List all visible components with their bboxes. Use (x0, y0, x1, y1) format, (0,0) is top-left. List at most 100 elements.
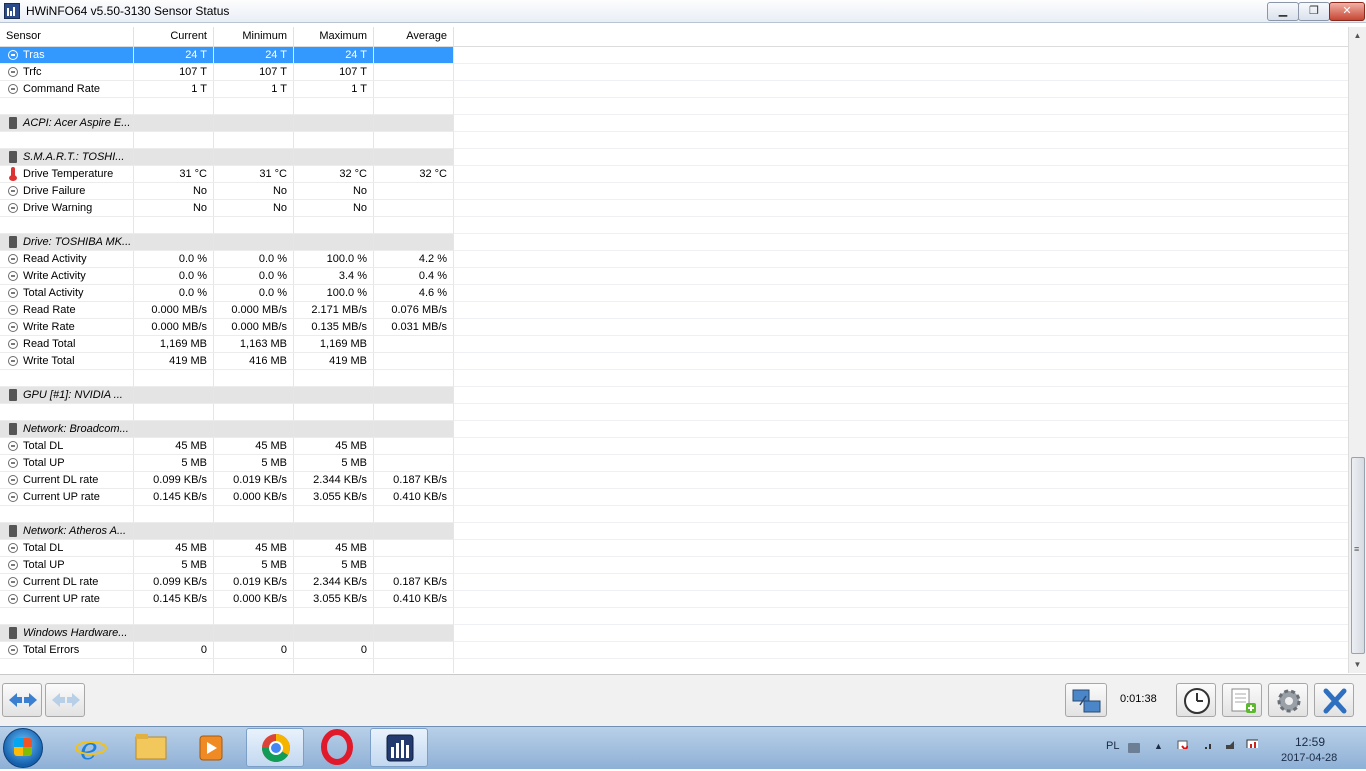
cell-minimum (214, 132, 294, 149)
table-row[interactable]: Drive Temperature 31 °C 31 °C 32 °C 32 °C (0, 166, 1348, 183)
logging-start-button[interactable] (1222, 683, 1262, 717)
folder-icon (135, 734, 167, 760)
cell-maximum (294, 421, 374, 438)
cell-maximum (294, 404, 374, 421)
sensor-group-row[interactable]: Drive: TOSHIBA MK... (0, 234, 1348, 251)
table-row[interactable]: Command Rate 1 T1 T1 T (0, 81, 1348, 98)
table-row[interactable]: Total UP 5 MB 5 MB 5 MB (0, 557, 1348, 574)
expand-collapse-button[interactable] (2, 683, 42, 717)
empty-area (454, 64, 1348, 81)
layout-button[interactable] (45, 683, 85, 717)
volume-icon[interactable] (1224, 739, 1236, 749)
sensor-group-row[interactable]: Network: Atheros A... (0, 523, 1348, 540)
table-row[interactable]: Total UP 5 MB 5 MB 5 MB (0, 455, 1348, 472)
reset-timer-button[interactable] (1176, 683, 1216, 717)
keyboard-icon[interactable] (1128, 743, 1140, 753)
empty-area (454, 183, 1348, 200)
minimize-button[interactable]: ▁ (1267, 2, 1299, 21)
cell-minimum (214, 234, 294, 251)
cell-maximum: 2.171 MB/s (294, 302, 374, 319)
start-button[interactable] (3, 728, 43, 768)
language-indicator[interactable]: PL (1106, 740, 1119, 752)
table-row[interactable]: Tras 24 T 24 T 24 T (0, 47, 1348, 64)
table-header: Sensor Current Minimum Maximum Average (0, 27, 1348, 47)
table-row[interactable]: Drive Failure No No No (0, 183, 1348, 200)
cell-sensor: Read Activity (0, 251, 134, 268)
table-row[interactable]: Current UP rate 0.145 KB/s 0.000 KB/s 3.055… (0, 489, 1348, 506)
cell-sensor: Current UP rate (0, 489, 134, 506)
close-window-button[interactable]: ✕ (1329, 2, 1365, 21)
cell-average (374, 200, 454, 217)
table-row[interactable]: Write Activity 0.0 % 0.0 % 3.4 % 0.4 % (0, 268, 1348, 285)
empty-area (454, 421, 1348, 438)
column-header-current[interactable]: Current (134, 27, 214, 46)
column-header-sensor[interactable]: Sensor (0, 27, 134, 46)
sensor-group-row[interactable]: Network: Broadcom... (0, 421, 1348, 438)
settings-button[interactable] (1268, 683, 1308, 717)
close-sensor-button[interactable] (1314, 683, 1354, 717)
chip-icon (9, 627, 17, 639)
taskbar-hwinfo[interactable] (370, 728, 428, 767)
action-center-flag-icon[interactable] (1176, 739, 1188, 749)
taskbar-opera[interactable] (308, 728, 366, 767)
cell-sensor: Drive: TOSHIBA MK... (0, 234, 134, 251)
table-row[interactable]: Total Errors 0 0 0 (0, 642, 1348, 659)
clock-time[interactable]: 12:59 (1295, 735, 1325, 749)
cell-minimum: 31 °C (214, 166, 294, 183)
cell-current (134, 234, 214, 251)
table-row[interactable]: Current UP rate 0.145 KB/s 0.000 KB/s 3.055… (0, 591, 1348, 608)
table-row[interactable]: Drive Warning No No No (0, 200, 1348, 217)
maximize-button[interactable]: ❐ (1298, 2, 1330, 21)
table-row[interactable]: Write Total 419 MB 416 MB 419 MB (0, 353, 1348, 370)
cell-minimum: 0.0 % (214, 285, 294, 302)
empty-area (454, 506, 1348, 523)
table-row[interactable]: Read Activity 0.0 % 0.0 % 100.0 % 4.2 % (0, 251, 1348, 268)
cell-sensor (0, 370, 134, 387)
column-header-minimum[interactable]: Minimum (214, 27, 294, 46)
sensor-group-row[interactable]: ACPI: Acer Aspire E... (0, 115, 1348, 132)
vertical-scrollbar[interactable]: ▲ ▼ (1348, 27, 1366, 673)
clock-icon (1184, 688, 1210, 714)
table-row[interactable]: Current DL rate 0.099 KB/s 0.019 KB/s 2.344… (0, 574, 1348, 591)
column-header-average[interactable]: Average (374, 27, 454, 46)
taskbar-media-player[interactable] (182, 728, 240, 767)
double-arrow-faded-icon (52, 693, 80, 707)
taskbar-chrome[interactable] (246, 728, 304, 767)
empty-area (454, 370, 1348, 387)
column-header-maximum[interactable]: Maximum (294, 27, 374, 46)
table-row[interactable]: Read Total 1,169 MB 1,163 MB 1,169 MB (0, 336, 1348, 353)
cell-minimum (214, 404, 294, 421)
close-x-icon (1323, 688, 1347, 714)
empty-area (454, 574, 1348, 591)
show-hidden-icons-icon[interactable]: ▲ (1154, 741, 1163, 751)
table-row[interactable]: Current DL rate 0.099 KB/s 0.019 KB/s 2.344… (0, 472, 1348, 489)
table-row[interactable]: Write Rate 0.000 MB/s 0.000 MB/s 0.135 MB/s… (0, 319, 1348, 336)
cell-average (374, 183, 454, 200)
cell-maximum (294, 659, 374, 673)
sensor-group-row[interactable]: GPU [#1]: NVIDIA ... (0, 387, 1348, 404)
network-log-button[interactable] (1065, 683, 1107, 717)
table-row[interactable]: Read Rate 0.000 MB/s 0.000 MB/s 2.171 MB/s 0… (0, 302, 1348, 319)
window-title: HWiNFO64 v5.50-3130 Sensor Status (26, 4, 230, 18)
network-signal-icon[interactable] (1200, 739, 1212, 749)
clock-date[interactable]: 2017-04-28 (1281, 752, 1337, 764)
scroll-up-arrow-icon[interactable]: ▲ (1349, 27, 1366, 44)
table-row[interactable]: Total Activity 0.0 % 0.0 % 100.0 % 4.6 % (0, 285, 1348, 302)
table-row[interactable]: Trfc 107 T 107 T 107 T (0, 64, 1348, 81)
hwinfo-tray-icon[interactable] (1246, 738, 1258, 748)
blank-row (0, 659, 1348, 673)
sensor-group-row[interactable]: S.M.A.R.T.: TOSHI... (0, 149, 1348, 166)
taskbar-explorer[interactable] (122, 728, 180, 767)
table-row[interactable]: Total DL 45 MB 45 MB 45 MB (0, 540, 1348, 557)
cell-current: 0.0 % (134, 268, 214, 285)
sensor-group-row[interactable]: Windows Hardware... (0, 625, 1348, 642)
empty-area (454, 472, 1348, 489)
cell-maximum (294, 506, 374, 523)
scroll-down-arrow-icon[interactable]: ▼ (1349, 656, 1366, 673)
taskbar-internet-explorer[interactable]: e (62, 728, 120, 767)
cell-maximum: 3.055 KB/s (294, 591, 374, 608)
cell-maximum: 24 T (294, 47, 374, 64)
table-row[interactable]: Total DL 45 MB 45 MB 45 MB (0, 438, 1348, 455)
scroll-thumb[interactable] (1351, 457, 1365, 654)
blank-row (0, 404, 1348, 421)
